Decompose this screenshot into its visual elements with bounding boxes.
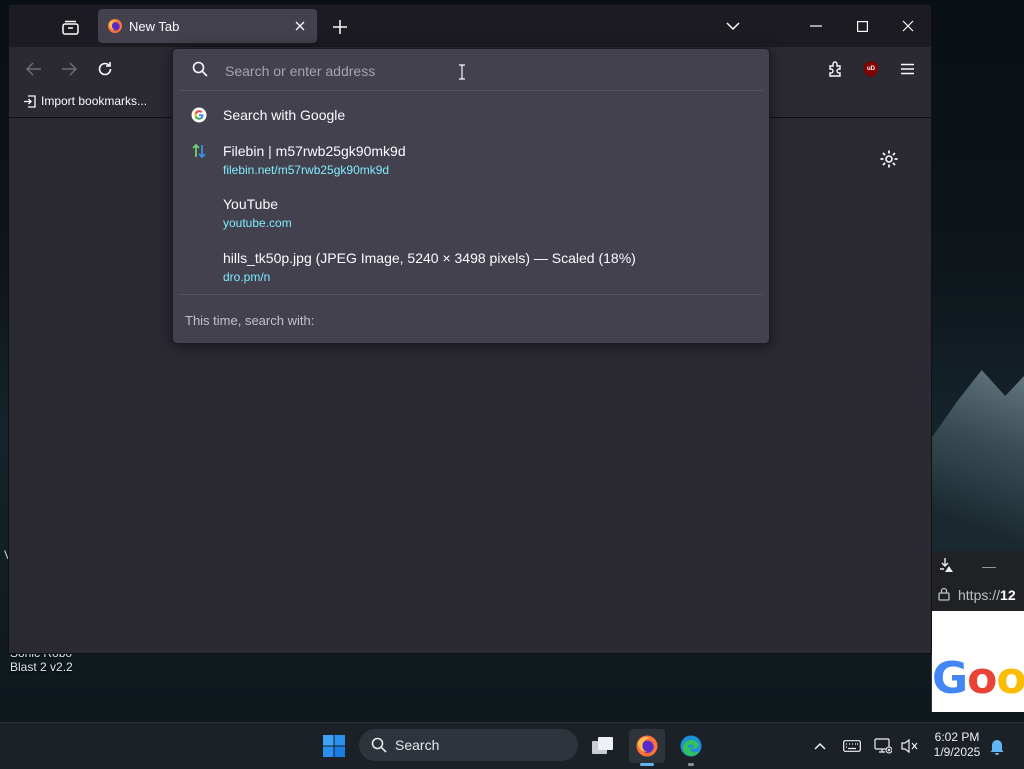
tab-new-tab[interactable]: New Tab: [98, 9, 317, 43]
google-logo-letter: o: [967, 653, 997, 704]
start-button[interactable]: [316, 729, 352, 763]
forward-button[interactable]: [55, 55, 83, 83]
system-clock[interactable]: 6:02 PM 1/9/2025: [926, 730, 988, 760]
show-hidden-icons-button[interactable]: [809, 735, 831, 757]
close-icon: [295, 21, 305, 31]
taskbar-edge-button[interactable]: [673, 729, 709, 763]
urlbar-result-hills-image[interactable]: hills_tk50p.jpg (JPEG Image, 5240 × 3498…: [177, 245, 765, 289]
download-warning-icon[interactable]: [938, 557, 954, 576]
background-address-bar[interactable]: https://12: [932, 581, 1024, 609]
taskbar-firefox-button[interactable]: [629, 729, 665, 763]
list-all-tabs-button[interactable]: [719, 13, 747, 39]
result-title: Search with Google: [223, 107, 346, 123]
network-disconnected-icon: [874, 738, 892, 754]
new-tab-settings-button[interactable]: [879, 149, 901, 171]
tab-title: New Tab: [129, 18, 180, 34]
firefox-icon: [636, 735, 658, 757]
volume-tray-button[interactable]: [898, 735, 920, 757]
keyboard-icon: [843, 740, 861, 752]
lock-icon: [938, 587, 950, 604]
background-browser-window[interactable]: — https://12 Goog: [931, 551, 1024, 712]
gear-icon: [880, 150, 898, 168]
ublock-label: uD: [867, 66, 875, 72]
import-bookmarks-label: Import bookmarks...: [41, 94, 148, 108]
keyboard-tray-button[interactable]: [841, 735, 863, 757]
close-icon: [902, 20, 914, 32]
minimize-button[interactable]: [802, 13, 830, 39]
firefox-view-button[interactable]: [56, 14, 84, 40]
minimize-icon: [810, 25, 822, 27]
arrow-left-icon: [26, 62, 41, 76]
reload-button[interactable]: [91, 55, 119, 83]
address-bar-dropdown: Search with Google Filebin | m57rwb25gk9…: [172, 48, 770, 344]
arrow-right-icon: [62, 62, 77, 76]
app-menu-button[interactable]: [893, 55, 921, 83]
import-bookmarks-button[interactable]: Import bookmarks...: [23, 94, 147, 108]
extensions-button[interactable]: [821, 55, 849, 83]
result-url: youtube.com: [223, 216, 292, 230]
close-window-button[interactable]: [894, 13, 922, 39]
search-engine-footer-label: This time, search with:: [185, 313, 315, 328]
search-icon: [192, 61, 208, 77]
google-logo-letter: o: [996, 653, 1024, 704]
edge-icon: [680, 735, 702, 757]
divider: [179, 294, 763, 295]
task-view-icon: [592, 737, 613, 754]
chevron-up-icon: [814, 742, 826, 750]
taskbar: Search 6:02 PM 1/9/2025: [0, 722, 1024, 769]
speaker-muted-icon: [901, 738, 918, 754]
firefox-favicon-icon: [108, 19, 122, 33]
text-cursor-icon: [459, 64, 465, 80]
maximize-icon: [856, 20, 868, 32]
tab-strip: New Tab: [9, 5, 931, 47]
filebin-icon: [192, 143, 206, 159]
urlbar-result-youtube[interactable]: YouTube youtube.com: [177, 191, 765, 235]
taskbar-search-box[interactable]: Search: [359, 729, 578, 761]
urlbar-result-search-google[interactable]: Search with Google: [177, 102, 765, 128]
notifications-button[interactable]: [986, 735, 1008, 757]
result-title: Filebin | m57rwb25gk90mk9d: [223, 143, 406, 159]
address-input[interactable]: [223, 57, 747, 85]
running-app-indicator: [688, 763, 694, 766]
puzzle-icon: [828, 60, 841, 77]
result-url: filebin.net/m57rwb25gk90mk9d: [223, 163, 390, 177]
maximize-button[interactable]: [848, 13, 876, 39]
background-minimize-icon[interactable]: —: [982, 558, 996, 574]
clock-date: 1/9/2025: [933, 745, 981, 759]
google-logo-letter: G: [932, 653, 968, 704]
result-title: YouTube: [223, 196, 279, 212]
google-icon: [191, 107, 207, 123]
task-view-button[interactable]: [585, 729, 621, 763]
taskbar-search-label: Search: [395, 737, 440, 753]
tab-close-button[interactable]: [292, 18, 308, 34]
result-url: dro.pm/n: [223, 270, 271, 284]
ublock-origin-button[interactable]: uD: [857, 55, 885, 83]
reload-icon: [98, 62, 112, 76]
hamburger-menu-icon: [900, 63, 914, 75]
result-title: hills_tk50p.jpg (JPEG Image, 5240 × 3498…: [223, 250, 636, 266]
chevron-down-icon: [726, 21, 740, 30]
active-app-indicator: [640, 763, 654, 766]
import-icon: [24, 94, 36, 108]
windows-logo-icon: [323, 735, 345, 757]
network-tray-button[interactable]: [872, 735, 894, 757]
clock-time: 6:02 PM: [934, 730, 980, 744]
firefox-view-icon: [61, 20, 79, 35]
background-page-content: Goog: [932, 611, 1024, 712]
google-logo: Goog: [932, 653, 1024, 704]
plus-icon: [333, 20, 347, 34]
background-window-toolbar: —: [932, 551, 1024, 581]
search-icon: [371, 737, 387, 753]
urlbar-result-filebin[interactable]: Filebin | m57rwb25gk90mk9d filebin.net/m…: [177, 138, 765, 182]
divider: [179, 90, 763, 91]
new-tab-button[interactable]: [326, 13, 354, 41]
background-url-text: https://12: [958, 587, 1016, 603]
back-button[interactable]: [20, 55, 48, 83]
bell-icon: [990, 740, 1004, 755]
address-bar: [173, 49, 769, 90]
